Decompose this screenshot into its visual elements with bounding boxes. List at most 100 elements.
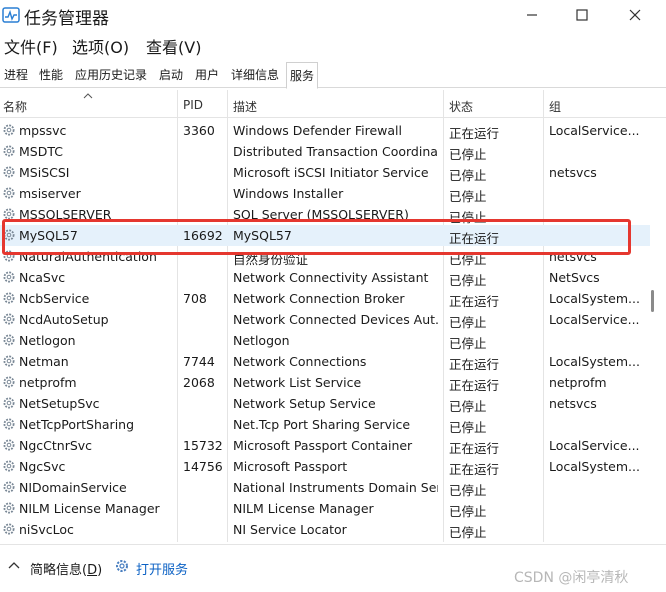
service-description: National Instruments Domain Ser... [233, 480, 438, 495]
maximize-button[interactable] [559, 0, 605, 30]
minimize-icon [527, 14, 537, 16]
table-row[interactable]: NIDomainService National Instruments Doma… [0, 477, 650, 498]
table-row[interactable]: NcbService 708 Network Connection Broker 正在… [0, 288, 650, 309]
service-gear-icon [3, 355, 15, 367]
fewer-details-link[interactable]: 简略信息(D) [30, 559, 102, 578]
column-header-description[interactable]: 描述 [233, 98, 257, 115]
table-row[interactable]: NaturalAuthentication 自然身份验证 已停止 netsvcs [0, 246, 650, 267]
service-gear-icon [3, 502, 15, 514]
menu-file[interactable]: 文件(F) [4, 34, 58, 58]
service-name: NILM License Manager [19, 501, 160, 516]
chevron-up-icon[interactable] [8, 561, 20, 569]
tab-details[interactable]: 详细信息 [228, 62, 282, 88]
column-header-pid[interactable]: PID [183, 98, 203, 112]
service-name: NaturalAuthentication [19, 249, 157, 264]
service-description: Network Connections [233, 354, 367, 369]
minimize-button[interactable] [509, 0, 555, 30]
tab-processes[interactable]: 进程 [1, 62, 31, 88]
tab-performance[interactable]: 性能 [36, 62, 66, 88]
service-pid: 16692 [183, 228, 223, 243]
service-description: Windows Installer [233, 186, 344, 201]
window-title: 任务管理器 [24, 9, 109, 29]
menu-bar: 文件(F) 选项(O) 查看(V) [0, 32, 666, 58]
service-description: Microsoft Passport [233, 459, 348, 474]
table-row[interactable]: NetTcpPortSharing Net.Tcp Port Sharing Se… [0, 414, 650, 435]
column-header-status[interactable]: 状态 [449, 98, 473, 115]
service-status: 已停止 [449, 483, 487, 498]
service-name: NcdAutoSetup [19, 312, 109, 327]
table-row[interactable]: NcdAutoSetup Network Connected Devices Au… [0, 309, 650, 330]
service-name: NgcCtnrSvc [19, 438, 93, 453]
tab-app-history[interactable]: 应用历史记录 [72, 62, 150, 88]
service-gear-icon [3, 145, 15, 157]
service-status: 正在运行 [449, 231, 500, 246]
service-status: 已停止 [449, 252, 487, 267]
table-row[interactable]: Netlogon Netlogon 已停止 [0, 330, 650, 351]
tab-services[interactable]: 服务 [286, 62, 319, 89]
service-name: netprofm [19, 375, 77, 390]
service-group: LocalSystem... [549, 459, 640, 474]
service-gear-icon [3, 124, 15, 136]
table-row[interactable]: MSSQLSERVER SQL Server (MSSQLSERVER) 已停止 [0, 204, 650, 225]
table-row[interactable]: NgcSvc 14756 Microsoft Passport 正在运行 LocalSy… [0, 456, 650, 477]
service-description: Network Setup Service [233, 396, 376, 411]
service-gear-icon [3, 481, 15, 493]
open-services-link[interactable]: 打开服务 [136, 559, 188, 578]
menu-options[interactable]: 选项(O) [72, 34, 129, 58]
service-description: Netlogon [233, 333, 290, 348]
menu-view[interactable]: 查看(V) [146, 34, 201, 58]
service-gear-icon [3, 334, 15, 346]
service-gear-icon [3, 523, 15, 535]
service-description: Network List Service [233, 375, 362, 390]
table-row[interactable]: NcaSvc Network Connectivity Assistant 已停止 N… [0, 267, 650, 288]
table-row[interactable]: NgcCtnrSvc 15732 Microsoft Passport Contai… [0, 435, 650, 456]
service-pid: 708 [183, 291, 207, 306]
vertical-scrollbar[interactable] [650, 90, 666, 542]
service-group: netsvcs [549, 165, 597, 180]
service-gear-icon [3, 292, 15, 304]
service-gear-icon [3, 166, 15, 178]
table-row[interactable]: Netman 7744 Network Connections 正在运行 LocalSy… [0, 351, 650, 372]
table-row[interactable]: NetSetupSvc Network Setup Service 已停止 netsv… [0, 393, 650, 414]
service-gear-icon [3, 250, 15, 262]
table-row[interactable]: MSDTC Distributed Transaction Coordina...… [0, 141, 650, 162]
table-row[interactable]: msiserver Windows Installer 已停止 [0, 183, 650, 204]
sort-ascending-icon [83, 93, 93, 99]
scrollbar-thumb[interactable] [651, 290, 654, 312]
table-row[interactable]: netprofm 2068 Network List Service 正在运行 netp… [0, 372, 650, 393]
close-button[interactable] [612, 0, 658, 30]
maximize-icon [576, 9, 588, 21]
service-description: NILM License Manager [233, 501, 374, 516]
service-description: SQL Server (MSSQLSERVER) [233, 207, 409, 222]
table-row[interactable]: mpssvc 3360 Windows Defender Firewall 正在运行 L… [0, 120, 650, 141]
service-status: 已停止 [449, 210, 487, 225]
service-name: NetTcpPortSharing [19, 417, 135, 432]
service-status: 正在运行 [449, 441, 500, 456]
service-gear-icon [3, 271, 15, 283]
service-status: 已停止 [449, 147, 487, 162]
service-status: 已停止 [449, 315, 487, 330]
service-description: Distributed Transaction Coordina... [233, 144, 438, 159]
service-name: MSSQLSERVER [19, 207, 112, 222]
service-name: NIDomainService [19, 480, 127, 495]
table-row[interactable]: MySQL57 16692 MySQL57 正在运行 [0, 225, 650, 246]
service-gear-icon [3, 313, 15, 325]
service-description: NI Service Locator [233, 522, 347, 537]
fewer-details-label: 简略信息( [30, 563, 88, 578]
column-header-group[interactable]: 组 [549, 98, 561, 115]
table-row[interactable]: niSvcLoc NI Service Locator 已停止 [0, 519, 650, 540]
footer: 简略信息(D) 打开服务 CSDN @闲亭清秋 [0, 544, 666, 592]
tab-users[interactable]: 用户 [192, 62, 222, 88]
service-status: 已停止 [449, 189, 487, 204]
table-row[interactable]: MSiSCSI Microsoft iSCSI Initiator Service… [0, 162, 650, 183]
service-pid: 2068 [183, 375, 215, 390]
service-name: Netman [19, 354, 69, 369]
tab-startup[interactable]: 启动 [156, 62, 186, 88]
service-description: Microsoft Passport Container [233, 438, 413, 453]
service-status: 正在运行 [449, 378, 500, 393]
service-description: Network Connected Devices Aut... [233, 312, 438, 327]
service-group: LocalService... [549, 312, 640, 327]
table-row[interactable]: NILM License Manager NILM License Manager… [0, 498, 650, 519]
service-gear-icon [3, 397, 15, 409]
column-header-name[interactable]: 名称 [3, 98, 27, 115]
